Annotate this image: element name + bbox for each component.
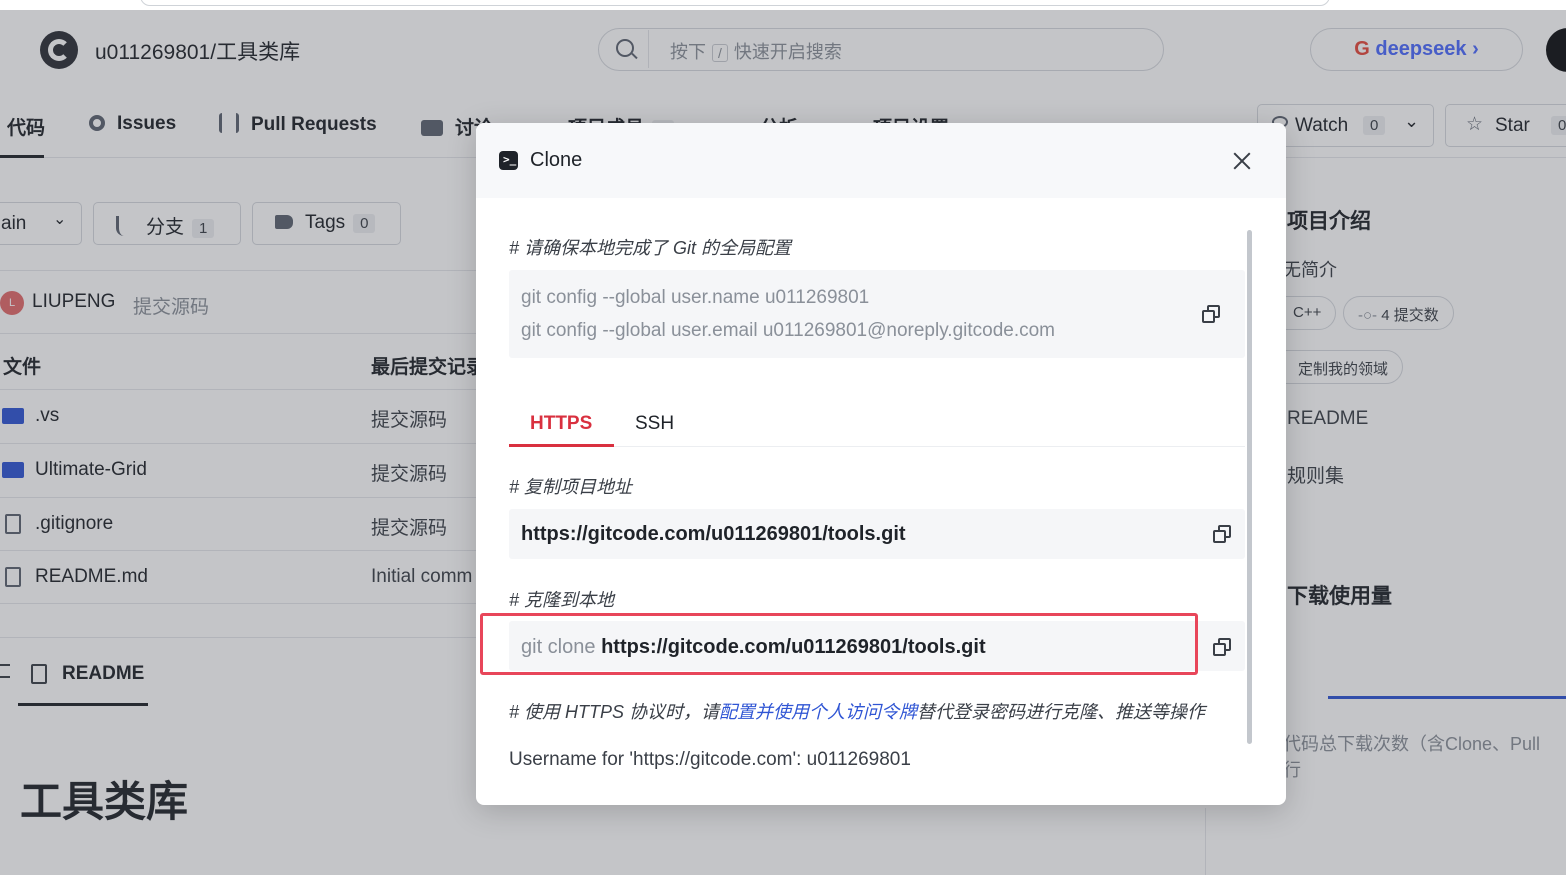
close-icon[interactable] xyxy=(1231,150,1253,172)
config-code-block xyxy=(509,270,1245,358)
copy-clone-command-icon[interactable] xyxy=(1213,638,1231,656)
config-line-name: git config --global user.name u011269801 xyxy=(521,287,870,308)
highlight-annotation-box xyxy=(480,613,1198,675)
https-token-note: # 使用 HTTPS 协议时，请配置并使用个人访问令牌替代登录密码进行克隆、推送… xyxy=(509,702,1206,722)
copy-config-icon[interactable] xyxy=(1202,305,1220,323)
config-comment: # 请确保本地完成了 Git 的全局配置 xyxy=(509,238,792,258)
protocol-tabs-baseline xyxy=(509,446,1245,447)
terminal-icon: >_ xyxy=(499,151,518,170)
dialog-title: Clone xyxy=(530,149,583,171)
repo-url[interactable]: https://gitcode.com/u011269801/tools.git xyxy=(521,523,906,546)
copy-url-comment: # 复制项目地址 xyxy=(509,477,633,497)
dialog-header xyxy=(476,123,1286,198)
clone-dialog: >_ Clone # 请确保本地完成了 Git 的全局配置 git config… xyxy=(476,123,1286,805)
copy-url-icon[interactable] xyxy=(1213,525,1231,543)
config-line-email: git config --global user.email u01126980… xyxy=(521,320,1056,341)
username-prompt-line: Username for 'https://gitcode.com': u011… xyxy=(509,749,911,770)
dialog-scrollbar[interactable] xyxy=(1247,230,1252,744)
browser-address-strip xyxy=(140,0,1330,6)
tab-ssh[interactable]: SSH xyxy=(635,413,674,435)
clone-comment: # 克隆到本地 xyxy=(509,590,615,610)
tab-https[interactable]: HTTPS xyxy=(530,413,592,435)
personal-access-token-link[interactable]: 配置并使用个人访问令牌 xyxy=(719,702,917,722)
tab-https-underline xyxy=(509,444,614,447)
